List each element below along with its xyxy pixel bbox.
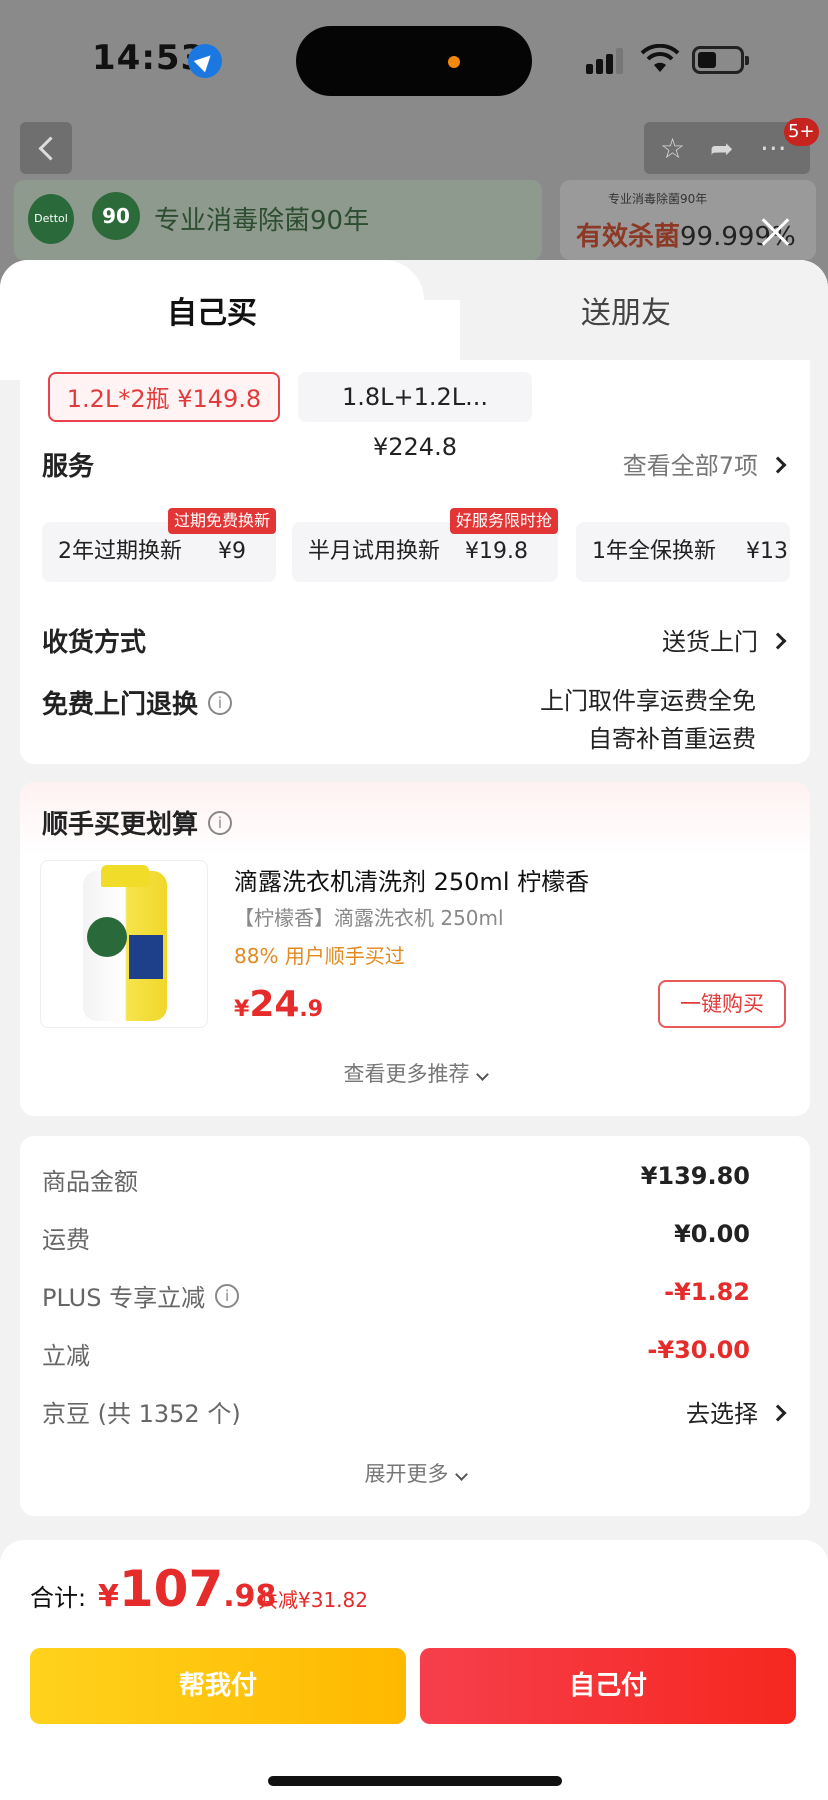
banner2-headline-text: 有效杀菌 <box>576 222 681 252</box>
star-icon[interactable]: ☆ <box>660 132 685 165</box>
price-integer: 24 <box>249 984 300 1025</box>
chevron-right-icon <box>769 632 787 650</box>
addon-card: 顺手买更划算 i 滴露洗衣机清洗剂 250ml 柠檬香 【柠檬香】滴露洗衣机 25… <box>20 782 810 1116</box>
info-icon[interactable]: i <box>208 690 233 715</box>
order-options-card: 1.2L*2瓶 ¥149.8 1.8L+1.2L... ¥224.8 服务 查看… <box>20 360 810 764</box>
delivery-value[interactable]: 送货上门 <box>662 622 787 657</box>
cellular-signal-icon <box>586 48 626 74</box>
home-indicator <box>268 1776 562 1786</box>
return-detail: 上门取件享运费全免 自寄补首重运费 <box>540 682 756 758</box>
fee-label-plus-text: PLUS 专享立减 <box>42 1284 206 1312</box>
tab-buy-self-label: 自己买 <box>167 296 257 331</box>
addon-title-text: 顺手买更划算 <box>42 810 199 840</box>
battery-icon <box>692 46 749 74</box>
chevron-down-icon <box>454 1468 468 1481</box>
product-social-proof: 88% 用户顺手买过 <box>234 944 405 968</box>
total-savings: 共减¥31.82 <box>258 1588 368 1612</box>
return-label: 免费上门退换 i <box>42 684 233 721</box>
service-view-all-label: 查看全部7项 <box>622 452 758 480</box>
jingdou-select-label: 去选择 <box>686 1400 758 1428</box>
banner-slogan: 专业消毒除菌90年 <box>154 206 370 236</box>
addon-title: 顺手买更划算 i <box>42 804 233 841</box>
checkout-bar: 合计: ¥107.98 共减¥31.82 帮我付 自己付 <box>0 1540 828 1800</box>
spec-option-selected[interactable]: 1.2L*2瓶 ¥149.8 <box>48 372 280 422</box>
product-variant: 【柠檬香】滴露洗衣机 250ml <box>234 906 504 930</box>
fee-label: 运费 <box>42 1226 90 1254</box>
tab-gift-friend-label: 送朋友 <box>581 296 671 331</box>
fee-label: 商品金额 <box>42 1168 138 1196</box>
pay-myself-button[interactable]: 自己付 <box>420 1648 796 1724</box>
spec-option[interactable]: 1.8L+1.2L... ¥224.8 <box>298 372 532 461</box>
message-badge: 5+ <box>784 118 819 146</box>
jingdou-select[interactable]: 去选择 <box>686 1394 787 1429</box>
return-line-1: 上门取件享运费全免 <box>540 687 756 715</box>
fee-label-plus: PLUS 专享立减 i <box>42 1278 240 1313</box>
product-price: ¥24.9 <box>234 984 323 1025</box>
banner2-small-text: 专业消毒除菌90年 <box>608 192 708 206</box>
service-item-name: 1年全保换新 <box>592 539 716 564</box>
fee-value: ¥139.80 <box>640 1162 750 1190</box>
wifi-icon <box>640 44 680 72</box>
service-item-name: 半月试用换新 <box>308 539 441 564</box>
status-bar: 14:53 <box>0 0 828 110</box>
dettol-logo <box>87 917 127 957</box>
share-icon[interactable]: ➦ <box>710 132 733 165</box>
brand-banner: Dettol 90 专业消毒除菌90年 <box>14 180 542 260</box>
fee-value: -¥1.82 <box>664 1278 750 1306</box>
price-symbol: ¥ <box>98 1579 119 1614</box>
chevron-right-icon <box>769 456 787 474</box>
return-line-2: 自寄补首重运费 <box>588 725 756 753</box>
price-symbol: ¥ <box>234 997 250 1022</box>
bottle-cap <box>101 865 149 887</box>
product-image[interactable] <box>40 860 208 1028</box>
fee-summary-card: 商品金额 ¥139.80 运费 ¥0.00 PLUS 专享立减 i -¥1.82 … <box>20 1136 810 1516</box>
service-item[interactable]: 1年全保换新 ¥13 <box>576 522 790 582</box>
info-icon[interactable]: i <box>208 810 233 835</box>
return-label-text: 免费上门退换 <box>42 690 199 720</box>
chevron-down-icon <box>475 1068 489 1081</box>
anniversary-badge: 90 <box>92 192 140 240</box>
delivery-value-label: 送货上门 <box>662 628 758 656</box>
price-decimal: .9 <box>299 997 324 1022</box>
dynamic-island <box>296 26 532 96</box>
dettol-logo: Dettol <box>28 194 74 244</box>
recording-dot-icon <box>448 56 460 68</box>
fee-value: ¥0.00 <box>674 1220 750 1248</box>
back-button[interactable] <box>20 122 72 174</box>
total-price: ¥107.98 <box>98 1560 276 1618</box>
price-integer: 107 <box>118 1560 224 1618</box>
service-item-tag: 好服务限时抢 <box>449 508 558 534</box>
total-label: 合计: <box>30 1584 87 1612</box>
service-item-name: 2年过期换新 <box>58 539 182 564</box>
delivery-label: 收货方式 <box>42 628 147 658</box>
more-recommendations[interactable]: 查看更多推荐 <box>20 1058 810 1088</box>
fee-value: -¥30.00 <box>647 1336 750 1364</box>
close-icon[interactable] <box>756 212 796 252</box>
expand-more[interactable]: 展开更多 <box>20 1458 810 1488</box>
tab-gift-friend[interactable]: 送朋友 <box>424 260 828 360</box>
fee-label: 京豆 (共 1352 个) <box>42 1400 241 1428</box>
fee-label: 立减 <box>42 1342 90 1370</box>
more-recommendations-label: 查看更多推荐 <box>343 1062 470 1086</box>
service-item-price: ¥13 <box>746 539 788 564</box>
service-view-all[interactable]: 查看全部7项 <box>622 446 787 481</box>
product-title[interactable]: 滴露洗衣机清洗剂 250ml 柠檬香 <box>234 862 589 897</box>
expand-more-label: 展开更多 <box>364 1462 449 1486</box>
one-click-buy-button[interactable]: 一键购买 <box>658 980 786 1028</box>
service-item-tag: 过期免费换新 <box>167 508 276 534</box>
service-item[interactable]: 2年过期换新 ¥9 过期免费换新 <box>42 508 276 582</box>
service-item[interactable]: 半月试用换新 ¥19.8 好服务限时抢 <box>292 508 558 582</box>
chevron-right-icon <box>769 1404 787 1422</box>
help-me-pay-button[interactable]: 帮我付 <box>30 1648 406 1724</box>
more-icon[interactable]: ··· <box>760 132 787 165</box>
info-icon[interactable]: i <box>215 1284 240 1308</box>
location-arrow-icon <box>188 44 222 78</box>
service-title: 服务 <box>42 452 95 482</box>
bottle-label <box>129 935 163 979</box>
